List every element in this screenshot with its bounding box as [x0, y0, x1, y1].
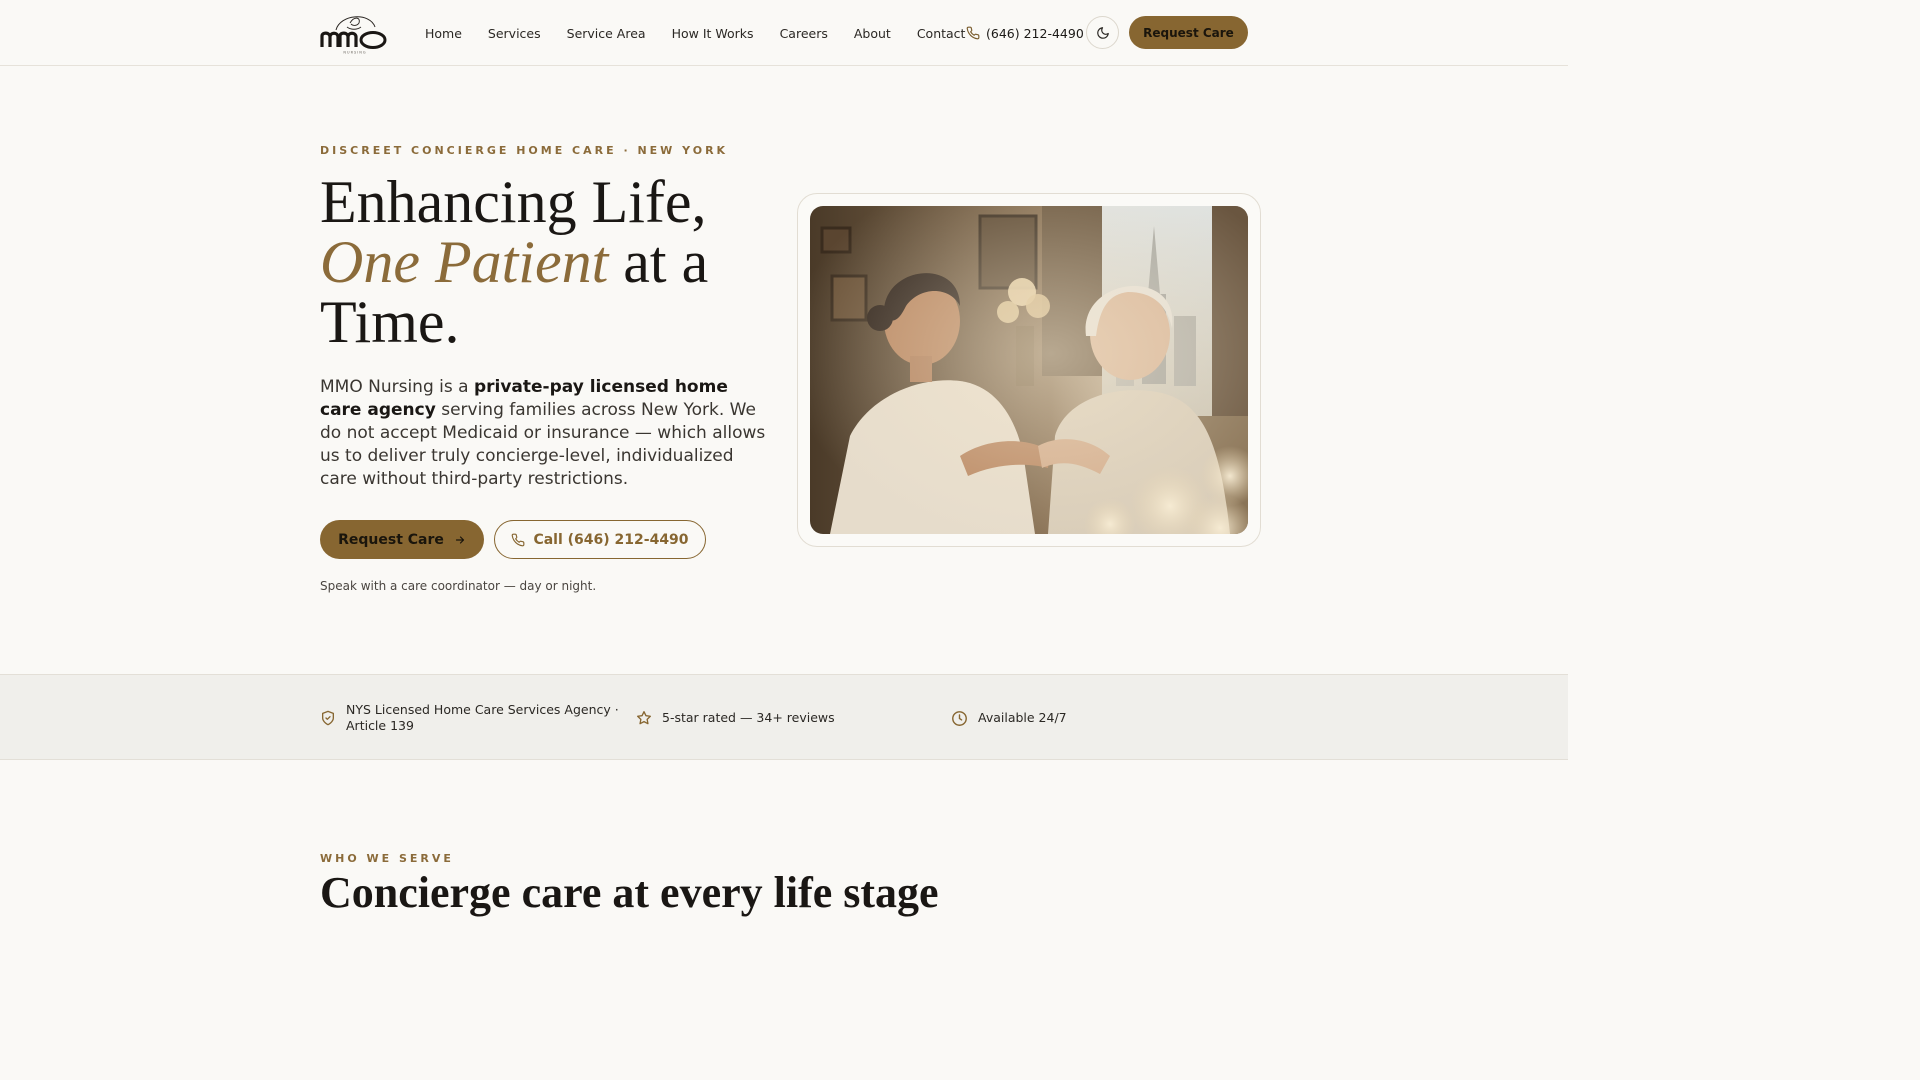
header-request-care-button[interactable]: Request Care [1129, 16, 1248, 49]
hero-title-accent: One Patient [320, 229, 609, 295]
hero-title: Enhancing Life, One Patient at a Time. [320, 172, 780, 352]
moon-icon [1096, 26, 1109, 39]
hero-call-label: Call (646) 212-4490 [533, 531, 689, 548]
nav-about[interactable]: About [841, 20, 904, 47]
serve-eyebrow: WHO WE SERVE [320, 852, 454, 865]
hero-call-button[interactable]: Call (646) 212-4490 [494, 520, 706, 559]
logo-subtext: NURSING [343, 51, 366, 55]
nav-careers[interactable]: Careers [767, 20, 841, 47]
trust-item-rating: 5-star rated — 34+ reviews [636, 675, 835, 761]
shield-check-icon [322, 710, 334, 726]
header-phone-number: (646) 212-4490 [986, 25, 1084, 41]
hero-request-care-label: Request Care [338, 531, 444, 548]
phone-icon [966, 26, 980, 40]
hero-request-care-button[interactable]: Request Care [320, 520, 484, 559]
star-icon [637, 711, 651, 725]
hero-note: Speak with a care coordinator — day or n… [320, 579, 597, 593]
hero-description: MMO Nursing is a private-pay licensed ho… [320, 376, 768, 491]
trust-item-license: NYS Licensed Home Care Services Agency ·… [320, 675, 619, 761]
phone-icon [512, 533, 525, 546]
nav-how-it-works[interactable]: How It Works [659, 20, 767, 47]
theme-toggle-button[interactable] [1086, 16, 1119, 49]
arrow-right-icon [455, 535, 464, 544]
trust-rating-text: 5-star rated — 34+ reviews [662, 709, 835, 725]
hero-body-intro: MMO Nursing is a [320, 377, 474, 397]
nav-home[interactable]: Home [412, 20, 475, 47]
serve-title: Concierge care at every life stage [320, 868, 939, 917]
trust-license-line2: Article 139 [346, 718, 414, 733]
trust-license-line1: NYS Licensed Home Care Services Agency · [346, 701, 619, 717]
trust-availability-text: Available 24/7 [978, 709, 1067, 725]
nav-service-area[interactable]: Service Area [554, 20, 659, 47]
main-nav: Home Services Service Area How It Works … [412, 0, 978, 66]
header-phone-link[interactable]: (646) 212-4490 [966, 22, 1084, 44]
hero-image-frame [797, 193, 1261, 547]
site-header: NURSING Home Services Service Area How I… [0, 0, 1568, 66]
nav-services[interactable]: Services [475, 20, 554, 47]
hero-title-line1: Enhancing Life, [320, 169, 707, 235]
brand-logo[interactable]: NURSING [320, 11, 390, 55]
hero-eyebrow: DISCREET CONCIERGE HOME CARE · NEW YORK [320, 144, 729, 157]
trust-bar: NYS Licensed Home Care Services Agency ·… [0, 674, 1568, 760]
trust-license-text: NYS Licensed Home Care Services Agency ·… [346, 702, 619, 735]
caregiver-photo [810, 206, 1248, 534]
logo-mark: NURSING [320, 16, 387, 55]
clock-icon [952, 710, 967, 726]
trust-item-availability: Available 24/7 [951, 675, 1067, 761]
